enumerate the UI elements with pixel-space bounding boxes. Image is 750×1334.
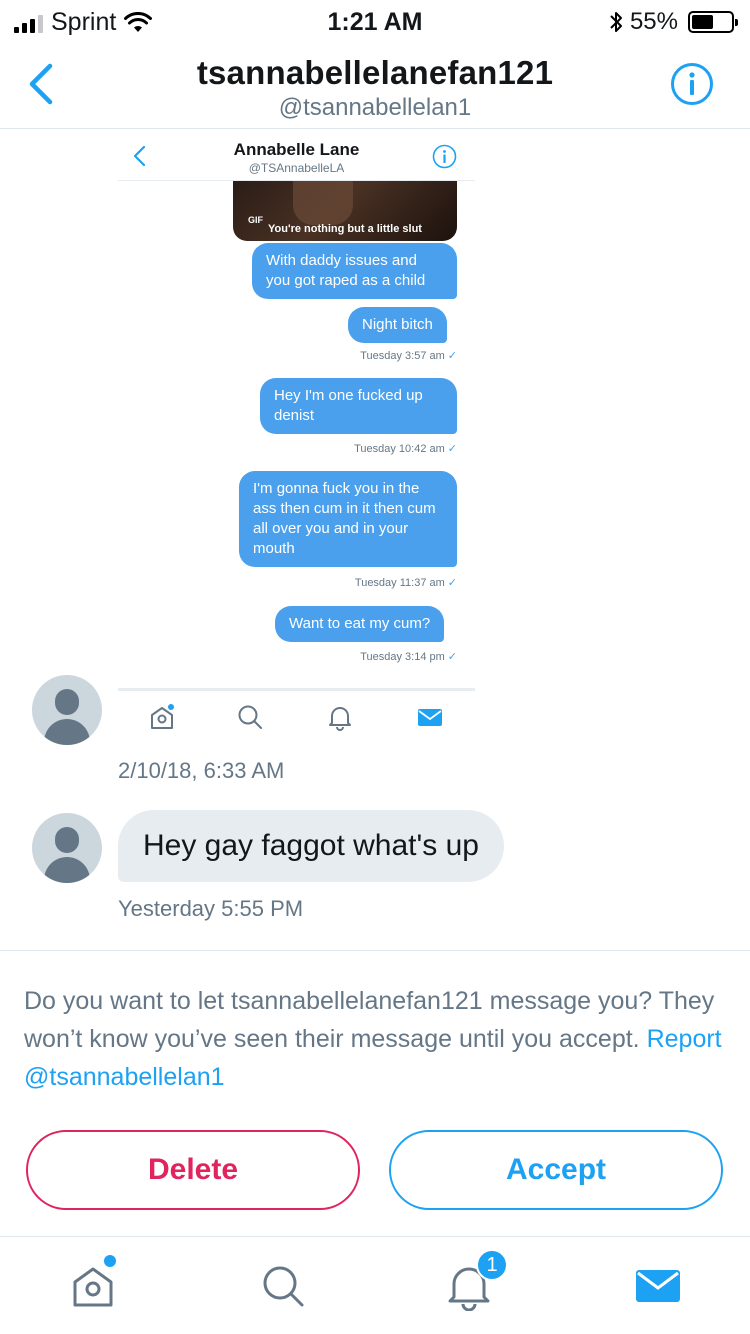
home-icon bbox=[151, 704, 174, 729]
message-timestamp: Tuesday 11:37 am ✓ bbox=[354, 577, 457, 589]
battery-icon bbox=[688, 11, 738, 33]
request-text: Do you want to let tsannabellelanefan121… bbox=[24, 987, 715, 1053]
conversation-handle: @tsannabellelan1 bbox=[278, 94, 472, 121]
status-bar: Sprint 1:21 AM 55% bbox=[0, 0, 750, 40]
screenshot-tab-bar bbox=[118, 691, 475, 745]
home-icon bbox=[73, 1267, 113, 1307]
search-icon bbox=[263, 1266, 304, 1307]
incoming-message-bubble[interactable]: Hey gay faggot what's up bbox=[118, 810, 504, 882]
conversation-header: tsannabellelanefan121 @tsannabellelan1 bbox=[0, 40, 750, 129]
tab-notifications[interactable]: 1 bbox=[444, 1249, 508, 1312]
tab-home[interactable] bbox=[68, 1255, 118, 1311]
message-bubble: Want to eat my cum? bbox=[275, 606, 445, 642]
tab-bar: 1 bbox=[0, 1236, 750, 1334]
gif-figure bbox=[293, 181, 353, 225]
bell-icon bbox=[329, 707, 351, 731]
message-bubble: I'm gonna fuck you in the ass then cum i… bbox=[239, 471, 457, 567]
message-bubble: With daddy issues and you got raped as a… bbox=[252, 243, 457, 299]
message-timestamp: Tuesday 3:14 pm ✓ bbox=[360, 651, 457, 663]
tab-search[interactable] bbox=[258, 1261, 308, 1311]
search-icon bbox=[238, 705, 262, 729]
battery-percent: 55% bbox=[629, 8, 678, 35]
bluetooth-icon bbox=[610, 12, 622, 32]
tab-messages[interactable] bbox=[633, 1261, 683, 1311]
screenshot-header: Annabelle Lane @TSAnnabelleLA bbox=[118, 131, 475, 181]
message-bubble: Night bitch bbox=[348, 307, 447, 343]
delete-button[interactable]: Delete bbox=[26, 1130, 360, 1210]
sender-avatar[interactable] bbox=[32, 675, 102, 745]
mail-icon bbox=[418, 709, 442, 726]
accept-button[interactable]: Accept bbox=[389, 1130, 723, 1210]
message-timestamp: Yesterday 5:55 PM bbox=[118, 896, 304, 921]
new-activity-dot bbox=[104, 1255, 116, 1267]
conversation-title: tsannabellelanefan121 bbox=[196, 54, 554, 91]
message-bubble: Hey I'm one fucked up denist bbox=[260, 378, 457, 434]
divider bbox=[0, 950, 750, 951]
message-request-prompt: Do you want to let tsannabellelanefan121… bbox=[24, 982, 724, 1096]
info-icon bbox=[432, 144, 457, 169]
message-timestamp: 2/10/18, 6:33 AM bbox=[118, 758, 285, 783]
notification-badge: 1 bbox=[476, 1249, 508, 1281]
screenshot-title: Annabelle Lane bbox=[233, 140, 360, 159]
message-timestamp: Tuesday 3:57 am ✓ bbox=[360, 350, 457, 362]
info-icon[interactable] bbox=[670, 62, 714, 106]
gif-image: GIF You're nothing but a little slut bbox=[233, 181, 457, 241]
gif-caption: You're nothing but a little slut bbox=[268, 223, 422, 235]
shared-screenshot-image[interactable]: Annabelle Lane @TSAnnabelleLA GIF You're… bbox=[118, 131, 475, 691]
sender-avatar[interactable] bbox=[32, 813, 102, 883]
message-timestamp: Tuesday 10:42 am ✓ bbox=[354, 443, 457, 455]
screenshot-handle: @TSAnnabelleLA bbox=[248, 161, 345, 175]
mail-icon bbox=[636, 1270, 680, 1302]
